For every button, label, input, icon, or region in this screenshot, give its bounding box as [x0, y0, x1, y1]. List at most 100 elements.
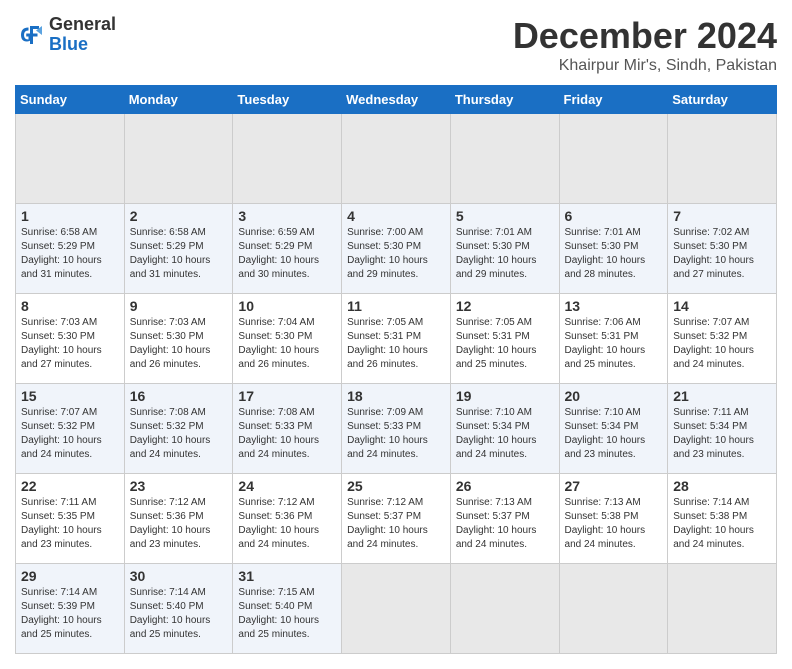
month-title: December 2024	[513, 15, 777, 57]
day-number: 7	[673, 208, 771, 224]
calendar-day-cell: 17Sunrise: 7:08 AMSunset: 5:33 PMDayligh…	[233, 384, 342, 474]
day-number: 27	[565, 478, 663, 494]
day-number: 13	[565, 298, 663, 314]
calendar-week-row: 1 Sunrise: 6:58 AMSunset: 5:29 PMDaylight…	[16, 204, 777, 294]
day-number: 19	[456, 388, 554, 404]
day-detail: Sunrise: 7:09 AMSunset: 5:33 PMDaylight:…	[347, 406, 445, 462]
calendar-day-cell: 29 Sunrise: 7:14 AMSunset: 5:39 PMDayligh…	[16, 564, 125, 654]
calendar-week-row: 15 Sunrise: 7:07 AMSunset: 5:32 PMDayligh…	[16, 384, 777, 474]
header-saturday: Saturday	[668, 86, 777, 114]
header-thursday: Thursday	[450, 86, 559, 114]
day-detail: Sunrise: 7:12 AMSunset: 5:37 PMDaylight:…	[347, 496, 445, 552]
calendar-day-cell: 19 Sunrise: 7:10 AMSunset: 5:34 PMDayligh…	[450, 384, 559, 474]
calendar-day-cell: 16 Sunrise: 7:08 AMSunset: 5:32 PMDayligh…	[124, 384, 233, 474]
day-number: 28	[673, 478, 771, 494]
day-detail: Sunrise: 7:01 AMSunset: 5:30 PMDaylight:…	[565, 226, 663, 282]
calendar-day-cell: 4Sunrise: 7:00 AMSunset: 5:30 PMDaylight…	[342, 204, 451, 294]
day-number: 1	[21, 208, 119, 224]
calendar-day-cell	[668, 564, 777, 654]
calendar-day-cell: 24Sunrise: 7:12 AMSunset: 5:36 PMDayligh…	[233, 474, 342, 564]
day-number: 2	[130, 208, 228, 224]
calendar-day-cell: 18 Sunrise: 7:09 AMSunset: 5:33 PMDayligh…	[342, 384, 451, 474]
day-detail: Sunrise: 7:08 AMSunset: 5:33 PMDaylight:…	[238, 406, 336, 462]
calendar-day-cell	[16, 114, 125, 204]
page-header: General Blue December 2024 Khairpur Mir'…	[15, 15, 777, 75]
day-detail: Sunrise: 7:13 AMSunset: 5:37 PMDaylight:…	[456, 496, 554, 552]
day-number: 26	[456, 478, 554, 494]
calendar-day-cell	[559, 564, 668, 654]
day-number: 16	[130, 388, 228, 404]
day-number: 5	[456, 208, 554, 224]
day-number: 22	[21, 478, 119, 494]
calendar-day-cell: 12Sunrise: 7:05 AMSunset: 5:31 PMDayligh…	[450, 294, 559, 384]
day-detail: Sunrise: 7:03 AMSunset: 5:30 PMDaylight:…	[21, 316, 119, 372]
header-wednesday: Wednesday	[342, 86, 451, 114]
day-detail: Sunrise: 7:11 AMSunset: 5:34 PMDaylight:…	[673, 406, 771, 462]
day-detail: Sunrise: 7:10 AMSunset: 5:34 PMDaylight:…	[456, 406, 554, 462]
day-number: 6	[565, 208, 663, 224]
day-detail: Sunrise: 7:04 AMSunset: 5:30 PMDaylight:…	[238, 316, 336, 372]
title-section: December 2024 Khairpur Mir's, Sindh, Pak…	[513, 15, 777, 75]
calendar-day-cell: 13 Sunrise: 7:06 AMSunset: 5:31 PMDayligh…	[559, 294, 668, 384]
day-detail: Sunrise: 7:07 AMSunset: 5:32 PMDaylight:…	[673, 316, 771, 372]
logo-icon	[15, 20, 45, 50]
day-detail: Sunrise: 7:15 AMSunset: 5:40 PMDaylight:…	[238, 586, 336, 642]
day-number: 25	[347, 478, 445, 494]
calendar-day-cell: 9Sunrise: 7:03 AMSunset: 5:30 PMDaylight…	[124, 294, 233, 384]
calendar-week-row	[16, 114, 777, 204]
day-number: 8	[21, 298, 119, 314]
header-friday: Friday	[559, 86, 668, 114]
day-number: 24	[238, 478, 336, 494]
day-detail: Sunrise: 7:05 AMSunset: 5:31 PMDaylight:…	[347, 316, 445, 372]
calendar-day-cell: 31 Sunrise: 7:15 AMSunset: 5:40 PMDayligh…	[233, 564, 342, 654]
calendar-day-cell: 2 Sunrise: 6:58 AMSunset: 5:29 PMDaylight…	[124, 204, 233, 294]
calendar-day-cell: 30 Sunrise: 7:14 AMSunset: 5:40 PMDayligh…	[124, 564, 233, 654]
calendar-table: Sunday Monday Tuesday Wednesday Thursday…	[15, 85, 777, 654]
day-detail: Sunrise: 7:14 AMSunset: 5:39 PMDaylight:…	[21, 586, 119, 642]
day-detail: Sunrise: 7:06 AMSunset: 5:31 PMDaylight:…	[565, 316, 663, 372]
location-text: Khairpur Mir's, Sindh, Pakistan	[513, 57, 777, 75]
calendar-day-cell: 27Sunrise: 7:13 AMSunset: 5:38 PMDayligh…	[559, 474, 668, 564]
calendar-day-cell	[450, 114, 559, 204]
day-detail: Sunrise: 7:02 AMSunset: 5:30 PMDaylight:…	[673, 226, 771, 282]
calendar-day-cell: 8 Sunrise: 7:03 AMSunset: 5:30 PMDaylight…	[16, 294, 125, 384]
day-number: 30	[130, 568, 228, 584]
calendar-day-cell: 6 Sunrise: 7:01 AMSunset: 5:30 PMDaylight…	[559, 204, 668, 294]
day-detail: Sunrise: 7:14 AMSunset: 5:40 PMDaylight:…	[130, 586, 228, 642]
day-number: 31	[238, 568, 336, 584]
calendar-day-cell: 20 Sunrise: 7:10 AMSunset: 5:34 PMDayligh…	[559, 384, 668, 474]
day-detail: Sunrise: 6:58 AMSunset: 5:29 PMDaylight:…	[21, 226, 119, 282]
day-number: 23	[130, 478, 228, 494]
day-detail: Sunrise: 7:01 AMSunset: 5:30 PMDaylight:…	[456, 226, 554, 282]
calendar-day-cell	[668, 114, 777, 204]
day-headers-row: Sunday Monday Tuesday Wednesday Thursday…	[16, 86, 777, 114]
calendar-day-cell: 11 Sunrise: 7:05 AMSunset: 5:31 PMDayligh…	[342, 294, 451, 384]
day-number: 15	[21, 388, 119, 404]
calendar-day-cell	[342, 564, 451, 654]
logo-text: General Blue	[49, 15, 116, 55]
calendar-day-cell	[342, 114, 451, 204]
day-detail: Sunrise: 7:11 AMSunset: 5:35 PMDaylight:…	[21, 496, 119, 552]
day-detail: Sunrise: 7:08 AMSunset: 5:32 PMDaylight:…	[130, 406, 228, 462]
day-detail: Sunrise: 6:58 AMSunset: 5:29 PMDaylight:…	[130, 226, 228, 282]
day-detail: Sunrise: 7:07 AMSunset: 5:32 PMDaylight:…	[21, 406, 119, 462]
day-number: 3	[238, 208, 336, 224]
calendar-day-cell: 28Sunrise: 7:14 AMSunset: 5:38 PMDayligh…	[668, 474, 777, 564]
logo-general-text: General	[49, 15, 116, 35]
calendar-day-cell: 23Sunrise: 7:12 AMSunset: 5:36 PMDayligh…	[124, 474, 233, 564]
day-number: 14	[673, 298, 771, 314]
day-detail: Sunrise: 7:05 AMSunset: 5:31 PMDaylight:…	[456, 316, 554, 372]
logo: General Blue	[15, 15, 116, 55]
day-number: 11	[347, 298, 445, 314]
calendar-day-cell: 3Sunrise: 6:59 AMSunset: 5:29 PMDaylight…	[233, 204, 342, 294]
logo-blue-text: Blue	[49, 35, 116, 55]
day-number: 20	[565, 388, 663, 404]
calendar-day-cell: 10Sunrise: 7:04 AMSunset: 5:30 PMDayligh…	[233, 294, 342, 384]
calendar-day-cell: 7 Sunrise: 7:02 AMSunset: 5:30 PMDaylight…	[668, 204, 777, 294]
calendar-day-cell	[233, 114, 342, 204]
day-detail: Sunrise: 7:10 AMSunset: 5:34 PMDaylight:…	[565, 406, 663, 462]
day-number: 4	[347, 208, 445, 224]
calendar-day-cell	[450, 564, 559, 654]
day-number: 18	[347, 388, 445, 404]
day-number: 29	[21, 568, 119, 584]
